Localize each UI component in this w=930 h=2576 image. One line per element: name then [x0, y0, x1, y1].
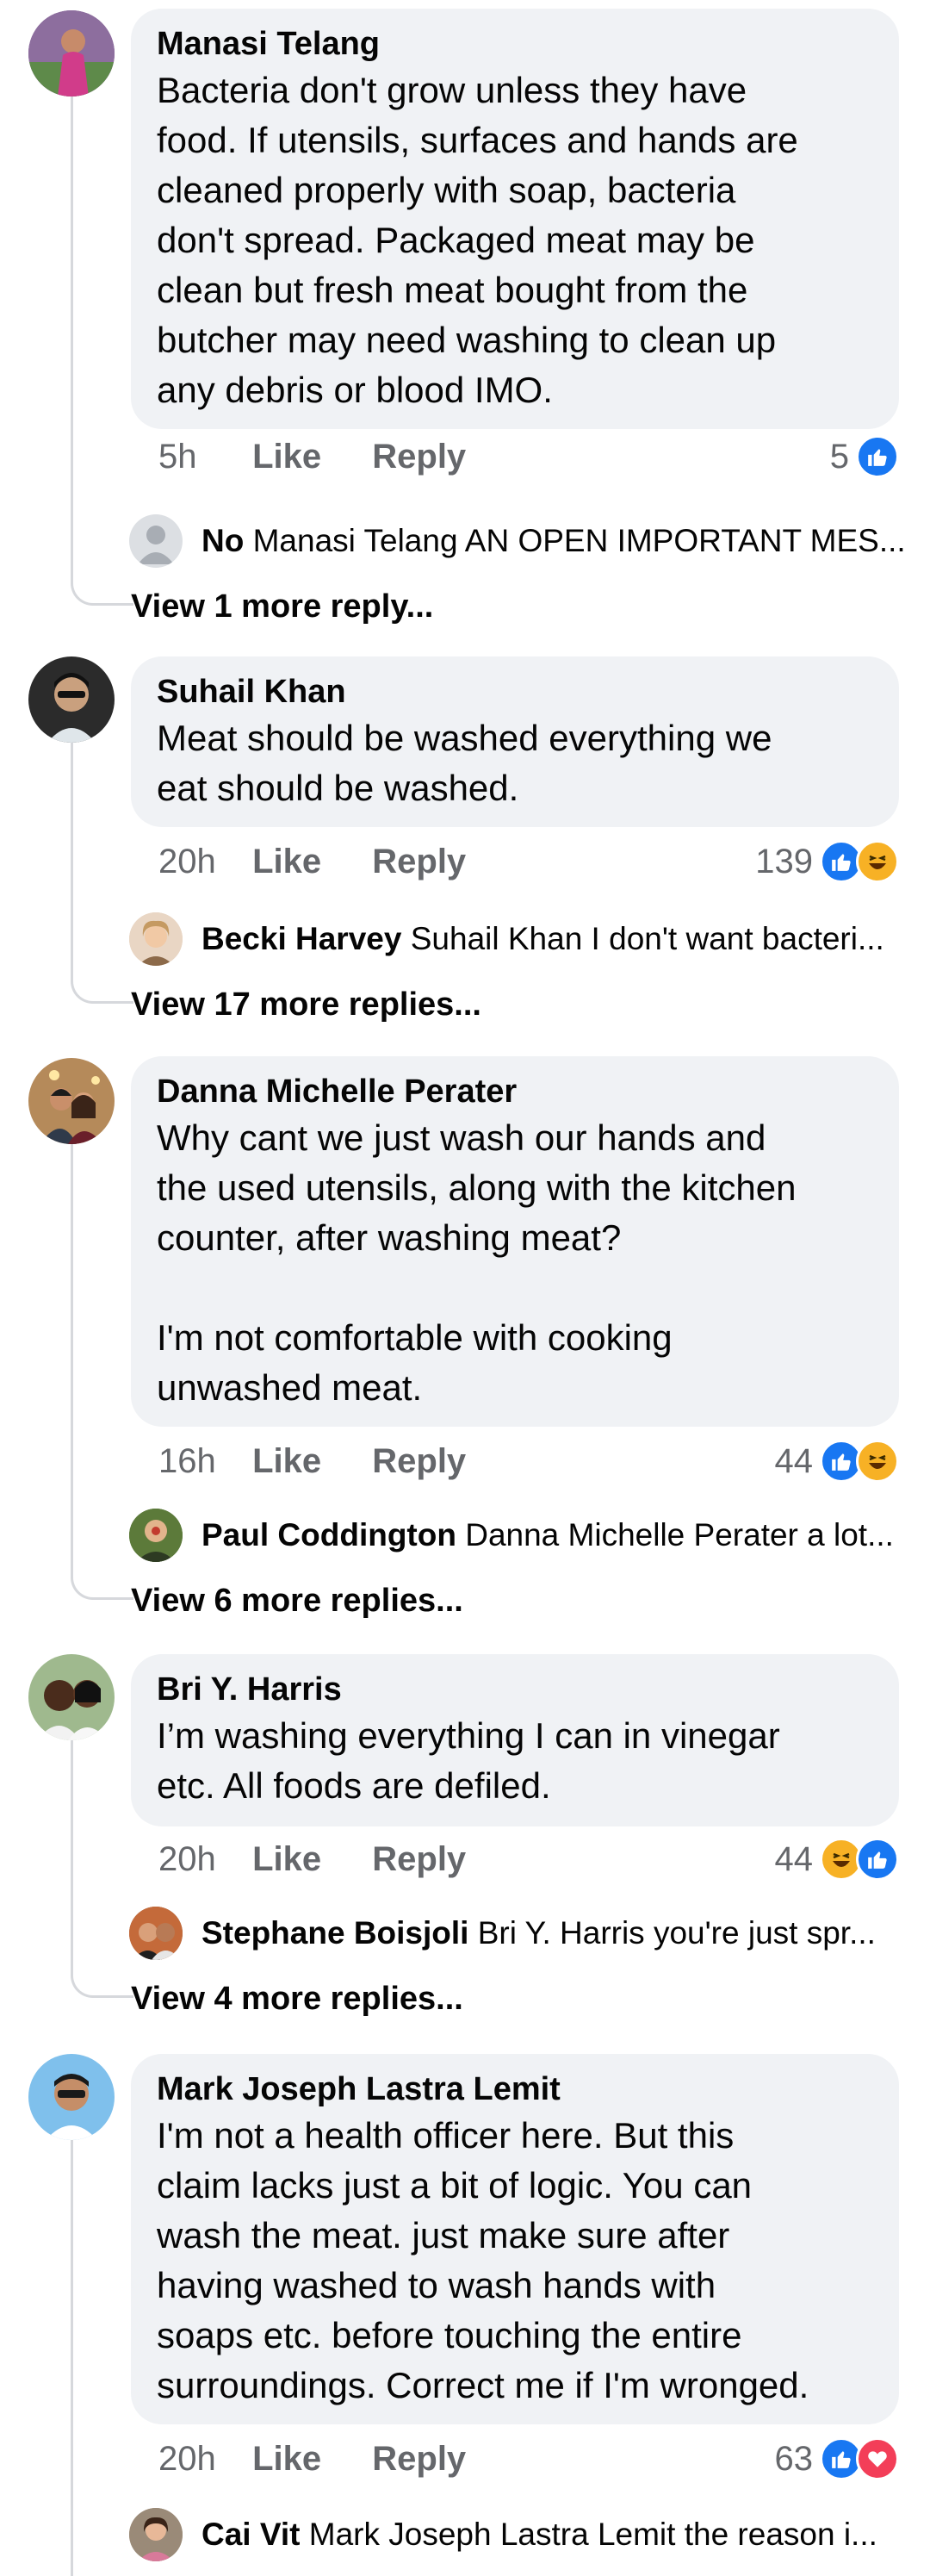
thread-line: [71, 743, 73, 930]
reply-snippet: Suhail Khan I don't want bacteri...: [401, 921, 884, 956]
reply-author[interactable]: Becki Harvey: [202, 921, 401, 956]
thread-line: [71, 1740, 73, 1925]
haha-reaction-icon: [856, 840, 899, 883]
comment-actions: 5h Like Reply: [158, 432, 466, 481]
reaction-count: 44: [774, 1839, 814, 1878]
reply-avatar[interactable]: [129, 912, 183, 966]
comment-bubble[interactable]: Bri Y. Harris I’m washing everything I c…: [131, 1654, 899, 1826]
comment-actions: 20h Like Reply: [158, 837, 466, 886]
thread-curve: [71, 526, 133, 606]
reaction-summary[interactable]: 44: [774, 1835, 899, 1883]
reply-text: Becki Harvey Suhail Khan I don't want ba…: [202, 921, 884, 957]
reply-snippet: Danna Michelle Perater a lot...: [456, 1517, 894, 1552]
reaction-summary[interactable]: 63: [774, 2435, 899, 2483]
comment-author[interactable]: Manasi Telang: [157, 22, 873, 65]
avatar[interactable]: [28, 2054, 115, 2140]
avatar[interactable]: [28, 1058, 115, 1144]
avatar[interactable]: [28, 10, 115, 96]
comment-bubble[interactable]: Manasi Telang Bacteria don't grow unless…: [131, 9, 899, 429]
reply-snippet: Bri Y. Harris you're just spr...: [468, 1915, 876, 1951]
reply-avatar[interactable]: [129, 1509, 183, 1562]
reply-button[interactable]: Reply: [372, 1835, 466, 1883]
comment-time[interactable]: 20h: [158, 837, 243, 886]
reply-avatar[interactable]: [129, 2508, 183, 2561]
reply-button[interactable]: Reply: [372, 2435, 466, 2483]
like-reaction-icon: [856, 1838, 899, 1881]
love-reaction-icon: [856, 2437, 899, 2480]
reply-snippet: Manasi Telang AN OPEN IMPORTANT MES...: [244, 523, 904, 558]
view-more-replies[interactable]: View 17 more replies...: [131, 980, 481, 1029]
comment-text: Bacteria don't grow unless they have foo…: [157, 70, 798, 410]
comment-text: I’m washing everything I can in vinegar …: [157, 1715, 780, 1806]
reply-text: No Manasi Telang AN OPEN IMPORTANT MES..…: [202, 523, 904, 559]
reply-button[interactable]: Reply: [372, 837, 466, 886]
like-reaction-icon: [856, 435, 899, 478]
like-button[interactable]: Like: [252, 432, 363, 481]
comment-time[interactable]: 20h: [158, 1835, 243, 1883]
comment-bubble[interactable]: Danna Michelle Perater Why cant we just …: [131, 1056, 899, 1427]
comment-time[interactable]: 20h: [158, 2435, 243, 2483]
like-button[interactable]: Like: [252, 1835, 363, 1883]
reply-button[interactable]: Reply: [372, 432, 466, 481]
reaction-count: 5: [829, 437, 849, 476]
view-more-replies[interactable]: View 1 more reply...: [131, 582, 433, 631]
reply-text: Stephane Boisjoli Bri Y. Harris you're j…: [202, 1915, 876, 1951]
reaction-count: 44: [774, 1441, 814, 1480]
reaction-count: 139: [755, 842, 813, 880]
reaction-summary[interactable]: 44: [774, 1437, 899, 1485]
like-button[interactable]: Like: [252, 1437, 363, 1485]
thread-line: [71, 1144, 73, 1527]
reply-text: Cai Vit Mark Joseph Lastra Lemit the rea…: [202, 2517, 877, 2553]
comment-actions: 16h Like Reply: [158, 1437, 466, 1485]
reply-snippet: Mark Joseph Lastra Lemit the reason i...: [300, 2517, 877, 2552]
comment-text: I'm not a health officer here. But this …: [157, 2115, 809, 2405]
reply-author[interactable]: Paul Coddington: [202, 1517, 456, 1552]
avatar[interactable]: [28, 656, 115, 743]
like-button[interactable]: Like: [252, 837, 363, 886]
reply-text: Paul Coddington Danna Michelle Perater a…: [202, 1517, 894, 1553]
comment-text: Meat should be washed everything we eat …: [157, 718, 772, 808]
reply-preview[interactable]: No Manasi Telang AN OPEN IMPORTANT MES..…: [129, 513, 904, 569]
reply-author[interactable]: Stephane Boisjoli: [202, 1915, 468, 1951]
haha-reaction-icon: [856, 1440, 899, 1483]
reaction-count: 63: [774, 2439, 814, 2478]
comment-time[interactable]: 5h: [158, 432, 243, 481]
comment-author[interactable]: Mark Joseph Lastra Lemit: [157, 2068, 873, 2111]
like-button[interactable]: Like: [252, 2435, 363, 2483]
reply-author[interactable]: Cai Vit: [202, 2517, 300, 2552]
comment-author[interactable]: Bri Y. Harris: [157, 1668, 873, 1711]
comment-time[interactable]: 16h: [158, 1437, 243, 1485]
reply-preview[interactable]: Becki Harvey Suhail Khan I don't want ba…: [129, 912, 904, 967]
view-more-replies[interactable]: View 6 more replies...: [131, 1577, 463, 1625]
comment-bubble[interactable]: Suhail Khan Meat should be washed everyt…: [131, 656, 899, 827]
reaction-summary[interactable]: 5: [830, 432, 899, 481]
view-more-replies[interactable]: View 4 more replies...: [131, 1975, 463, 2023]
comment-bubble[interactable]: Mark Joseph Lastra Lemit I'm not a healt…: [131, 2054, 899, 2424]
thread-curve: [71, 1916, 133, 1998]
avatar[interactable]: [28, 1654, 115, 1740]
comment-actions: 20h Like Reply: [158, 2435, 466, 2483]
reply-button[interactable]: Reply: [372, 1437, 466, 1485]
thread-line: [71, 2140, 73, 2576]
reply-preview[interactable]: Cai Vit Mark Joseph Lastra Lemit the rea…: [129, 2507, 904, 2562]
comment-author[interactable]: Suhail Khan: [157, 670, 873, 713]
reply-preview[interactable]: Stephane Boisjoli Bri Y. Harris you're j…: [129, 1906, 904, 1961]
comment-actions: 20h Like Reply: [158, 1835, 466, 1883]
reply-preview[interactable]: Paul Coddington Danna Michelle Perater a…: [129, 1508, 904, 1563]
thread-curve: [71, 922, 133, 1004]
reply-avatar[interactable]: [129, 514, 183, 568]
comment-text: Why cant we just wash our hands and the …: [157, 1117, 797, 1408]
comment-author[interactable]: Danna Michelle Perater: [157, 1070, 873, 1113]
reply-avatar[interactable]: [129, 1907, 183, 1960]
thread-curve: [71, 1518, 133, 1600]
reply-author[interactable]: No: [202, 523, 244, 558]
thread-line: [71, 96, 73, 534]
reaction-summary[interactable]: 139: [755, 837, 899, 886]
